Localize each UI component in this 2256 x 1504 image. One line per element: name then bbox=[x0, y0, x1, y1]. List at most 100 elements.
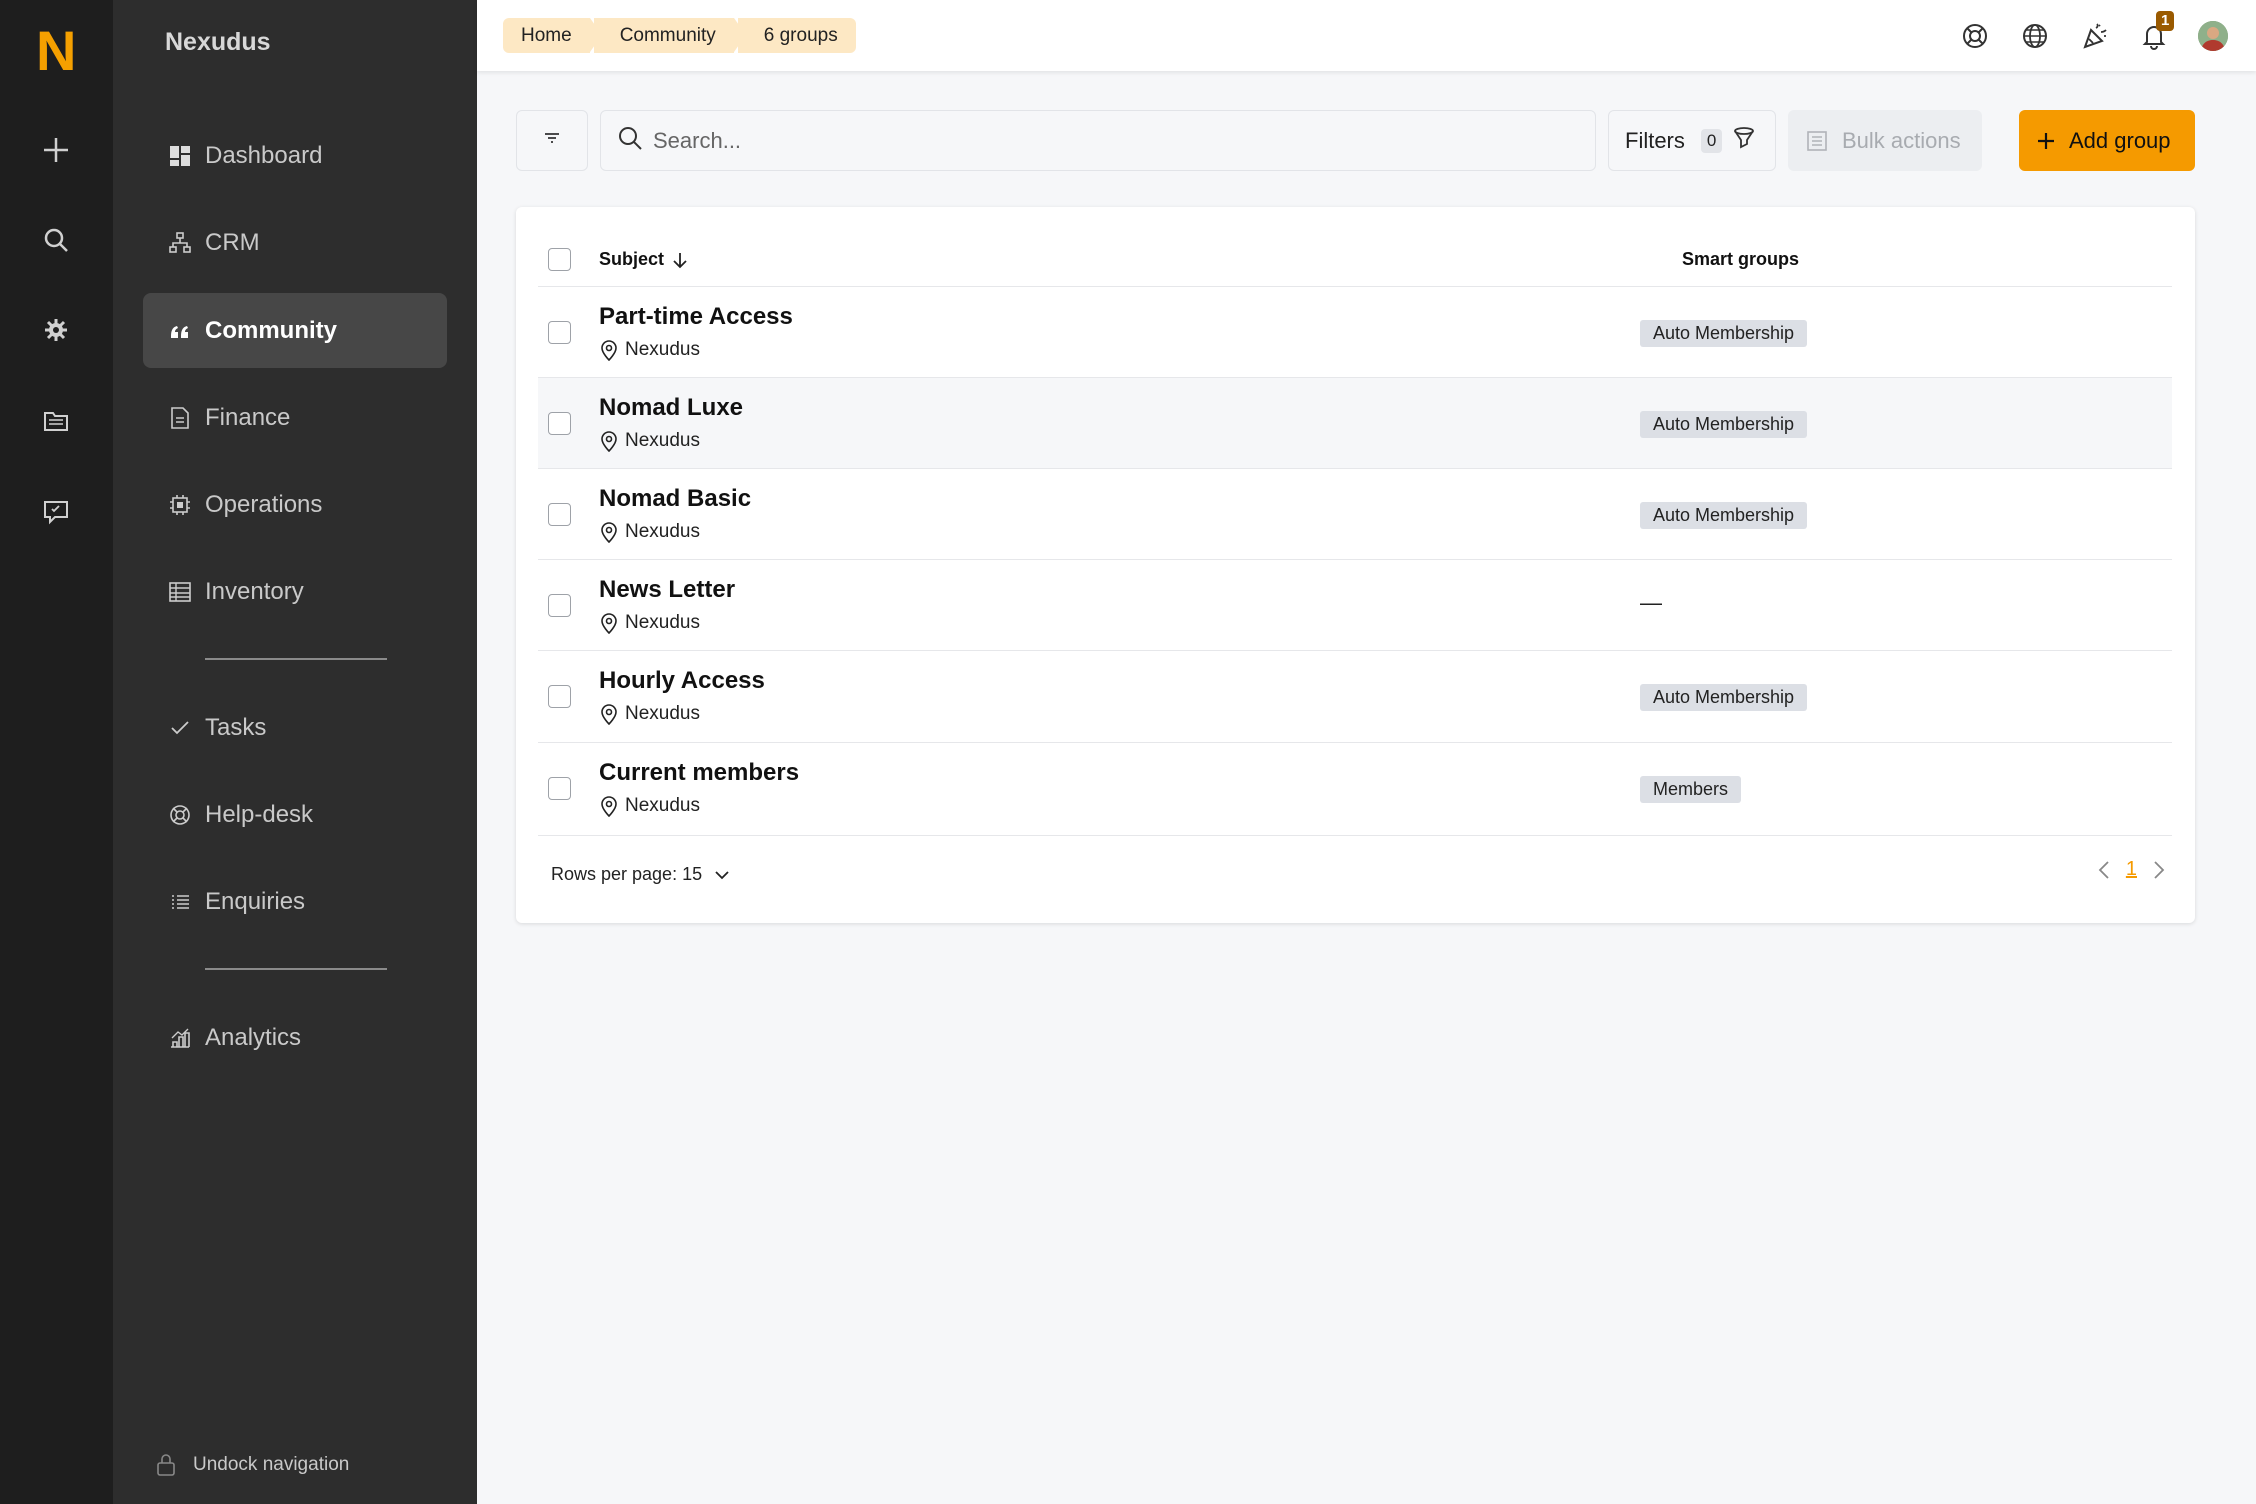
sidebar-item-community[interactable]: Community bbox=[143, 293, 447, 368]
table-row[interactable]: Part-time Access Nexudus Auto Membership bbox=[538, 287, 2172, 378]
table-row[interactable]: Current members Nexudus Members bbox=[538, 743, 2172, 836]
plus-icon[interactable] bbox=[36, 130, 76, 170]
document-icon bbox=[167, 405, 193, 431]
location-pin-icon bbox=[599, 795, 619, 817]
group-name[interactable]: Current members bbox=[599, 759, 799, 787]
location-label: Nexudus bbox=[625, 795, 700, 816]
arrow-down-icon bbox=[672, 251, 688, 269]
search-input[interactable] bbox=[653, 127, 1553, 154]
location-pin-icon bbox=[599, 521, 619, 543]
bulk-actions-label: Bulk actions bbox=[1842, 127, 1961, 153]
group-location: Nexudus bbox=[599, 339, 700, 361]
party-icon[interactable] bbox=[2079, 20, 2111, 52]
sidebar-item-operations[interactable]: Operations bbox=[143, 467, 447, 542]
group-location: Nexudus bbox=[599, 703, 700, 725]
chart-icon bbox=[167, 1025, 193, 1051]
chevron-left-icon[interactable] bbox=[2098, 860, 2110, 880]
filters-button[interactable]: Filters 0 bbox=[1608, 110, 1776, 171]
location-pin-icon bbox=[599, 430, 619, 452]
chip-icon bbox=[167, 492, 193, 518]
select-all-checkbox[interactable] bbox=[548, 248, 571, 271]
sidebar-item-dashboard[interactable]: Dashboard bbox=[143, 118, 447, 193]
smart-group-tag: Auto Membership bbox=[1640, 411, 1808, 438]
rows-per-page-select[interactable]: Rows per page: 15 bbox=[551, 864, 730, 885]
table-row[interactable]: Nomad Basic Nexudus Auto Membership bbox=[538, 469, 2172, 560]
undock-label: Undock navigation bbox=[193, 1454, 350, 1475]
group-name[interactable]: News Letter bbox=[599, 576, 735, 604]
gear-icon[interactable] bbox=[36, 310, 76, 350]
group-name[interactable]: Hourly Access bbox=[599, 667, 765, 695]
breadcrumb-home[interactable]: Home bbox=[503, 18, 602, 53]
lifebuoy-icon bbox=[167, 802, 193, 828]
page-number[interactable]: 1 bbox=[2126, 858, 2137, 881]
brand-name: Nexudus bbox=[165, 28, 271, 56]
search-icon bbox=[617, 125, 643, 156]
folders-icon[interactable] bbox=[36, 401, 76, 441]
row-checkbox[interactable] bbox=[548, 412, 571, 435]
check-icon bbox=[167, 715, 193, 741]
search-icon[interactable] bbox=[36, 220, 76, 260]
sidebar-item-label: Finance bbox=[205, 403, 291, 431]
sidebar-item-help-desk[interactable]: Help-desk bbox=[143, 777, 447, 852]
group-location: Nexudus bbox=[599, 430, 700, 452]
add-group-label: Add group bbox=[2069, 127, 2171, 153]
chevron-right-icon[interactable] bbox=[2153, 860, 2165, 880]
table-row[interactable]: Hourly Access Nexudus Auto Membership bbox=[538, 651, 2172, 743]
chevron-down-icon bbox=[714, 870, 730, 880]
sidebar-item-label: Analytics bbox=[205, 1023, 302, 1051]
avatar[interactable] bbox=[2197, 20, 2229, 52]
sidebar-item-label: Enquiries bbox=[205, 887, 306, 915]
location-label: Nexudus bbox=[625, 521, 700, 542]
group-location: Nexudus bbox=[599, 521, 700, 543]
group-name[interactable]: Nomad Basic bbox=[599, 485, 751, 513]
table-row[interactable]: Nomad Luxe Nexudus Auto Membership bbox=[538, 378, 2172, 469]
sidebar-item-crm[interactable]: CRM bbox=[143, 205, 447, 280]
smart-group-tag: Auto Membership bbox=[1640, 684, 1808, 711]
list-icon bbox=[167, 889, 193, 915]
group-name[interactable]: Nomad Luxe bbox=[599, 394, 743, 422]
crm-icon bbox=[167, 230, 193, 256]
breadcrumb-community[interactable]: Community bbox=[593, 18, 746, 53]
column-smart-groups: Smart groups bbox=[1682, 249, 1800, 269]
undock-navigation-button[interactable]: Undock navigation bbox=[153, 1452, 349, 1478]
smart-group-tag: Auto Membership bbox=[1640, 320, 1808, 347]
row-checkbox[interactable] bbox=[548, 503, 571, 526]
table-row[interactable]: News Letter Nexudus — bbox=[538, 560, 2172, 651]
column-subject[interactable]: Subject bbox=[599, 249, 688, 270]
bell-icon[interactable]: 1 bbox=[2138, 11, 2175, 52]
nexudus-logo[interactable]: N bbox=[36, 23, 76, 79]
table-icon bbox=[167, 579, 193, 605]
sidebar-item-inventory[interactable]: Inventory bbox=[143, 554, 447, 629]
row-checkbox[interactable] bbox=[548, 321, 571, 344]
dashboard-icon bbox=[167, 143, 193, 169]
bulk-actions-button[interactable]: Bulk actions bbox=[1788, 110, 1982, 171]
sidebar-item-analytics[interactable]: Analytics bbox=[143, 1000, 447, 1075]
sidebar-item-enquiries[interactable]: Enquiries bbox=[143, 864, 447, 939]
sidebar-item-label: Community bbox=[205, 316, 337, 344]
group-location: Nexudus bbox=[599, 612, 700, 634]
lifebuoy-icon[interactable] bbox=[1959, 20, 1991, 52]
group-location: Nexudus bbox=[599, 795, 700, 817]
table-header: Subject Smart groups bbox=[538, 231, 2172, 287]
breadcrumb-groups: 6 groups bbox=[737, 18, 856, 53]
row-checkbox[interactable] bbox=[548, 685, 571, 708]
group-name[interactable]: Part-time Access bbox=[599, 303, 793, 331]
pagination: 1 bbox=[2098, 858, 2165, 881]
sort-icon bbox=[543, 131, 561, 150]
smart-group-tag: Auto Membership bbox=[1640, 502, 1808, 529]
funnel-icon bbox=[1732, 126, 1756, 156]
sort-button[interactable] bbox=[516, 110, 588, 171]
globe-icon[interactable] bbox=[2019, 20, 2051, 52]
row-checkbox[interactable] bbox=[548, 594, 571, 617]
location-label: Nexudus bbox=[625, 703, 700, 724]
row-checkbox[interactable] bbox=[548, 777, 571, 800]
sidebar-item-tasks[interactable]: Tasks bbox=[143, 690, 447, 765]
location-label: Nexudus bbox=[625, 612, 700, 633]
chat-icon[interactable] bbox=[36, 492, 76, 532]
smart-group-tag: Members bbox=[1640, 776, 1742, 803]
filters-label: Filters bbox=[1625, 127, 1685, 153]
add-group-button[interactable]: Add group bbox=[2019, 110, 2195, 171]
rows-per-page-label: Rows per page: 15 bbox=[551, 864, 703, 884]
search-field[interactable] bbox=[600, 110, 1596, 171]
sidebar-item-finance[interactable]: Finance bbox=[143, 380, 447, 455]
